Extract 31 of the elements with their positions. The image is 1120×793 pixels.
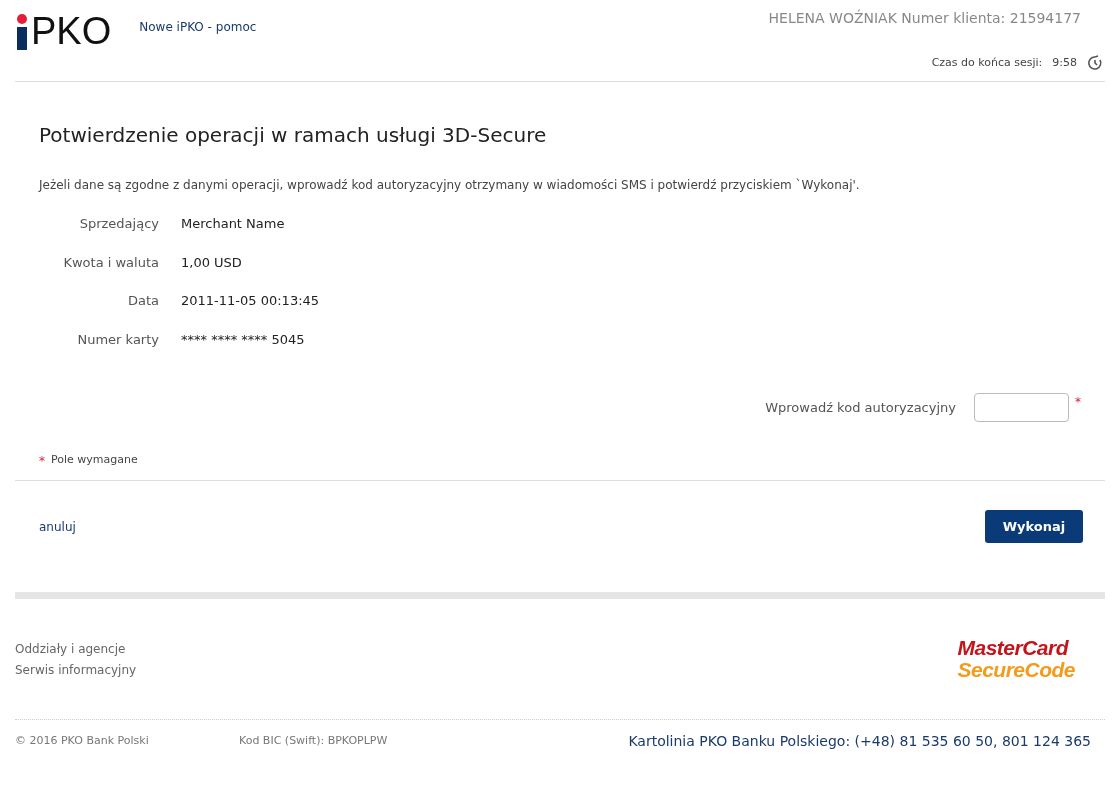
page-title: Potwierdzenie operacji w ramach usługi 3D-Secure — [39, 122, 548, 149]
detail-value: 1,00 USD — [181, 253, 242, 272]
code-input[interactable] — [974, 393, 1069, 422]
detail-label: Numer karty — [76, 330, 159, 349]
timer-icon[interactable] — [1087, 55, 1103, 72]
detail-value: Merchant Name — [181, 215, 285, 233]
cancel-link[interactable]: anuluj — [39, 517, 76, 536]
copyright: © 2016 PKO Bank Polski — [15, 733, 150, 750]
footer-link[interactable]: Serwis informacyjny — [15, 660, 137, 679]
detail-value: **** **** **** 5045 — [181, 330, 305, 349]
detail-label: Kwota i waluta — [62, 253, 159, 272]
help-link[interactable]: Nowe iPKO - pomoc — [139, 18, 257, 36]
user-info: HELENA WOŹNIAK Numer klienta: 21594177 — [768, 8, 1081, 28]
badge-line: SecureCode — [957, 659, 1075, 681]
detail-value: 2011-11-05 00:13:45 — [181, 292, 320, 310]
code-label: Wprowadź kod autoryzacyjny — [765, 398, 956, 417]
required-mark: * — [1075, 394, 1081, 411]
detail-label: Data — [126, 292, 159, 310]
detail-label: Sprzedający — [78, 215, 159, 233]
badge-line: MasterCard — [957, 637, 1068, 659]
bic-code: Kod BIC (Swift): BPKOPLPW — [239, 733, 388, 750]
hotline: Kartolinia PKO Banku Polskiego: (+48) 81 535 60 50, 801 124 365 — [628, 732, 1091, 751]
submit-button[interactable]: Wykonaj — [985, 510, 1083, 543]
footer-link[interactable]: Oddziały i agencje — [15, 639, 137, 658]
intro-text: Jeżeli dane są zgodne z danymi operacji, wprowadź kod autoryzacyjny otrzymany w wiadomości SMS i potwierdź przyciskiem `Wykonaj'. — [39, 177, 861, 194]
session-label: Czas do końca sesji: — [931, 55, 1043, 71]
required-note: Pole wymagane — [51, 452, 138, 468]
session-time: 9:58 — [1052, 55, 1077, 71]
required-mark: * — [39, 453, 45, 470]
logo-text: PKO — [31, 12, 112, 50]
logo-i-icon — [15, 14, 29, 50]
